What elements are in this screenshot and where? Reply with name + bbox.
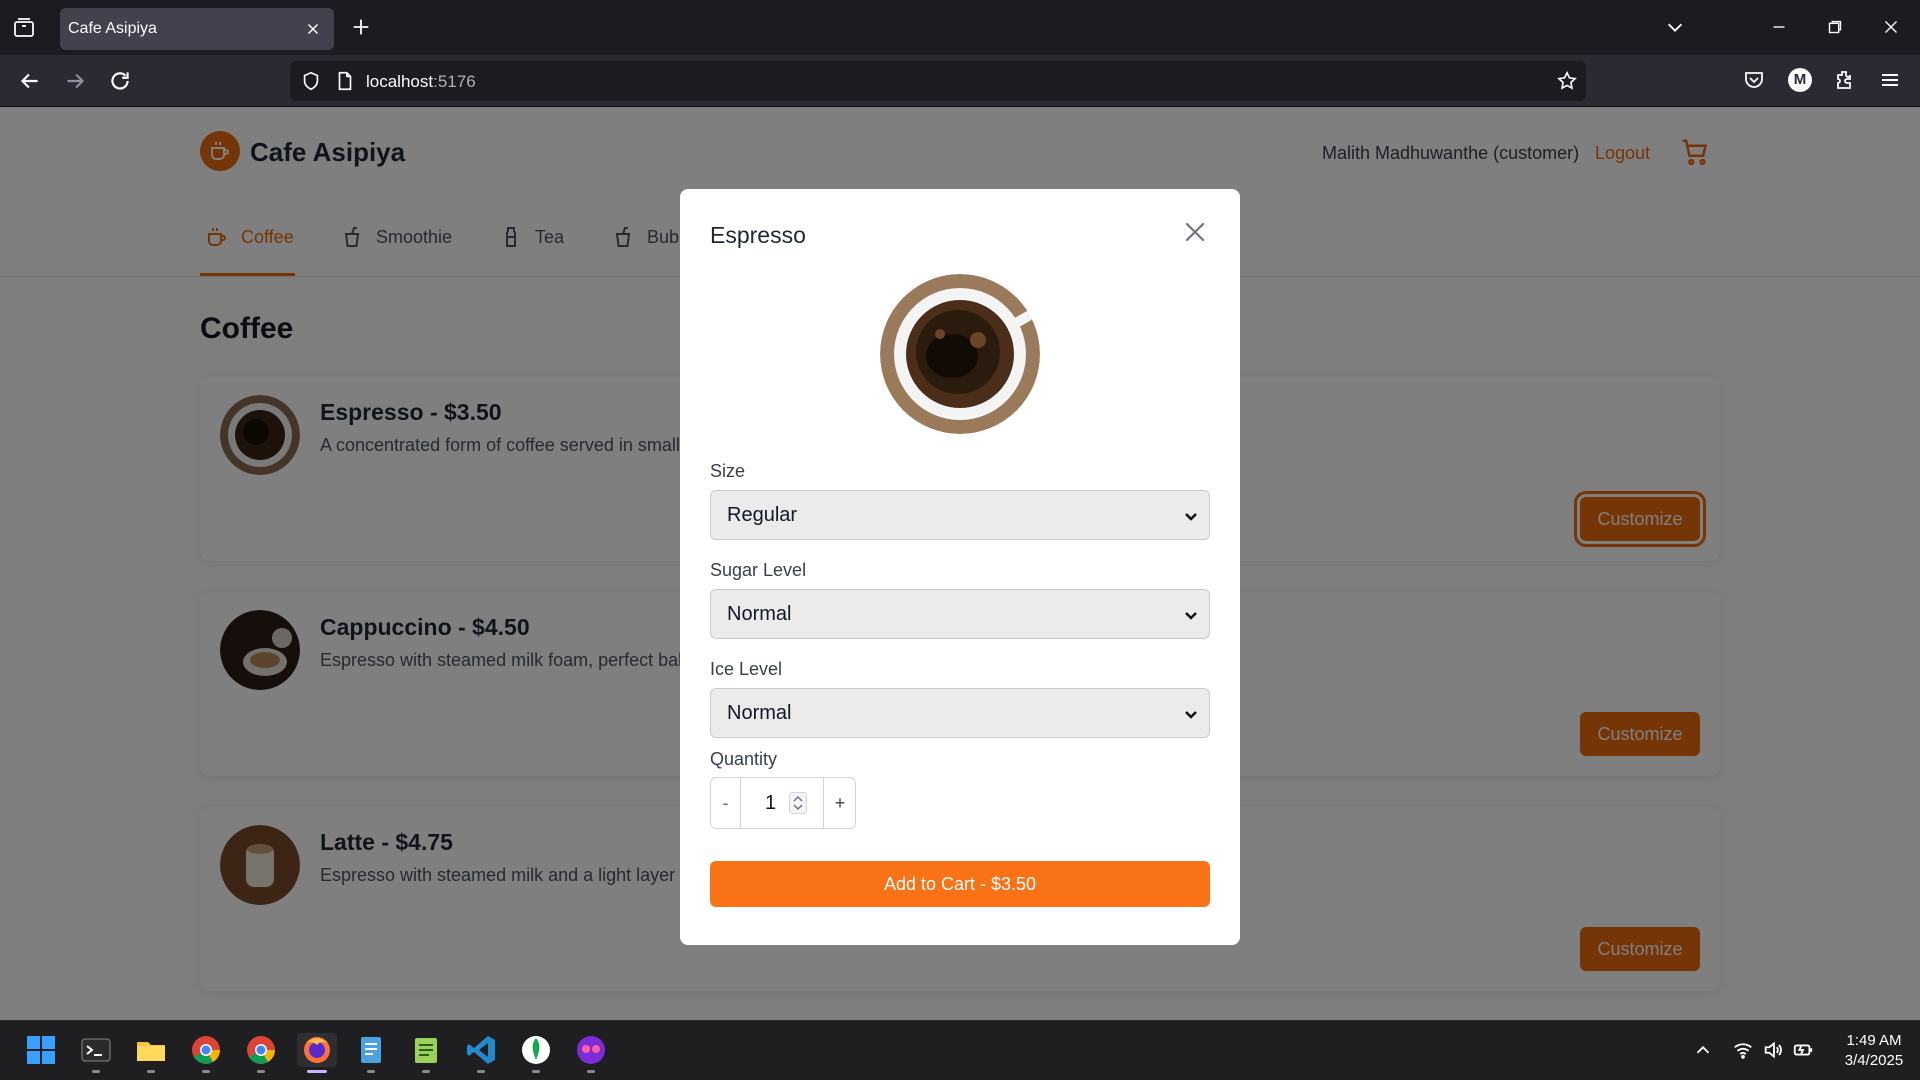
close-window-icon[interactable] <box>1880 16 1902 38</box>
size-value: Regular <box>727 504 798 526</box>
account-avatar-icon[interactable]: M <box>1788 68 1812 92</box>
speaker-icon[interactable] <box>1762 1039 1784 1061</box>
windows-start-icon[interactable] <box>24 1033 58 1067</box>
notepad-icon[interactable] <box>354 1033 388 1073</box>
add-to-cart-button[interactable]: Add to Cart - $3.50 <box>710 861 1210 907</box>
web-page: Cafe Asipiya Malith Madhuwanthe (custome… <box>0 107 1920 1020</box>
wifi-icon[interactable] <box>1732 1039 1754 1061</box>
url-text: localhost:5176 <box>366 72 476 92</box>
quantity-input[interactable]: 1 <box>741 778 823 828</box>
running-indicator <box>257 1070 265 1073</box>
browser-tab-active[interactable]: Cafe Asipiya <box>60 8 334 50</box>
size-select[interactable]: Regular <box>710 490 1210 540</box>
chrome-icon[interactable] <box>244 1033 278 1073</box>
tab-title: Cafe Asipiya <box>68 20 157 37</box>
address-bar[interactable]: localhost:5176 <box>290 61 1586 101</box>
tracking-protection-shield-icon[interactable] <box>300 70 322 92</box>
quantity-decrement-button[interactable]: - <box>711 778 741 828</box>
file-explorer-icon[interactable] <box>134 1033 168 1073</box>
ice-level-value: Normal <box>727 702 792 724</box>
clock-date: 3/4/2025 <box>1844 1052 1904 1069</box>
bookmark-star-icon[interactable] <box>1556 70 1578 92</box>
clock-time: 1:49 AM <box>1846 1032 1902 1049</box>
running-indicator <box>147 1070 155 1073</box>
espresso-image <box>880 274 1040 434</box>
restore-icon[interactable] <box>1824 16 1846 38</box>
extensions-puzzle-icon[interactable] <box>1833 68 1857 92</box>
ice-level-label: Ice Level <box>710 659 783 679</box>
running-indicator <box>92 1070 100 1073</box>
tab-overview-icon[interactable] <box>12 16 36 40</box>
browser-nav-bar: localhost:5176 M <box>0 55 1920 107</box>
running-indicator <box>307 1070 327 1073</box>
running-indicator <box>202 1070 210 1073</box>
sugar-level-value: Normal <box>727 603 792 625</box>
chevron-down-icon <box>1185 612 1197 620</box>
quantity-increment-button[interactable]: + <box>823 778 856 828</box>
chevron-down-icon <box>1185 513 1197 521</box>
running-indicator <box>532 1070 540 1073</box>
forward-arrow-icon[interactable] <box>62 68 88 94</box>
chrome-icon[interactable] <box>189 1033 223 1073</box>
windows-taskbar: 1:49 AM 3/4/2025 <box>0 1020 1920 1080</box>
chevron-down-icon <box>1185 711 1197 719</box>
new-tab-icon[interactable] <box>350 16 372 38</box>
sugar-level-select[interactable]: Normal <box>710 589 1210 639</box>
close-icon[interactable] <box>1182 219 1208 245</box>
system-clock[interactable]: 1:49 AM 3/4/2025 <box>1836 1031 1912 1071</box>
spinner-arrows-icon[interactable] <box>789 792 807 814</box>
quantity-label: Quantity <box>710 749 778 769</box>
battery-icon[interactable] <box>1792 1039 1814 1061</box>
sugar-level-label: Sugar Level <box>710 560 807 580</box>
reload-icon[interactable] <box>107 68 133 94</box>
list-all-tabs-icon[interactable] <box>1664 16 1686 38</box>
customize-modal: Espresso Size Regular Sugar Level Normal <box>680 189 1240 945</box>
app-icon[interactable] <box>574 1033 608 1073</box>
ice-level-select[interactable]: Normal <box>710 688 1210 738</box>
browser-tab-bar: Cafe Asipiya <box>0 0 1920 55</box>
terminal-icon[interactable] <box>79 1033 113 1073</box>
pocket-icon[interactable] <box>1742 68 1766 92</box>
size-label: Size <box>710 461 746 481</box>
url-port: :5176 <box>433 72 476 91</box>
running-indicator <box>367 1070 375 1073</box>
quantity-stepper: - 1 + <box>710 777 856 829</box>
running-indicator <box>587 1070 595 1073</box>
modal-title: Espresso <box>710 222 806 248</box>
back-arrow-icon[interactable] <box>17 68 43 94</box>
mongodb-compass-icon[interactable] <box>519 1033 553 1073</box>
tab-close-icon[interactable] <box>304 20 322 38</box>
running-indicator <box>477 1070 485 1073</box>
hamburger-menu-icon[interactable] <box>1878 68 1902 92</box>
quantity-value: 1 <box>765 792 777 814</box>
chevron-up-icon[interactable] <box>1692 1039 1714 1061</box>
firefox-icon[interactable] <box>297 1033 337 1073</box>
url-host: localhost <box>366 72 434 91</box>
notepad-plus-icon[interactable] <box>409 1033 443 1073</box>
page-info-icon[interactable] <box>334 70 356 92</box>
vscode-icon[interactable] <box>464 1033 498 1073</box>
running-indicator <box>422 1070 430 1073</box>
minimize-icon[interactable] <box>1768 16 1790 38</box>
